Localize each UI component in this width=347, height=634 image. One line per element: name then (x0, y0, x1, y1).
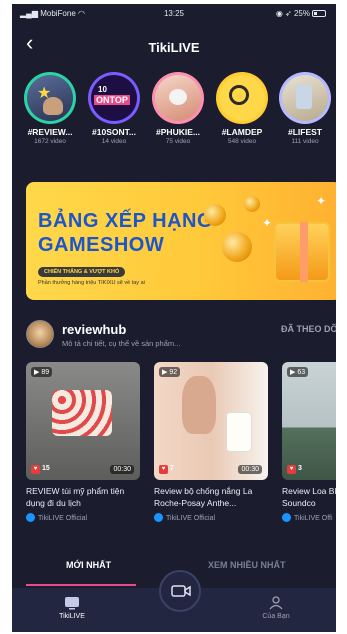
sunscreen-image (226, 412, 252, 452)
coin-icon (244, 196, 260, 212)
topic-thumbnail (282, 75, 328, 121)
video-duration: 00:30 (238, 465, 262, 474)
heart-icon: ♥ (159, 465, 168, 474)
camera-icon (171, 585, 191, 597)
battery-status: ◉ ➶ 25% (276, 9, 326, 18)
topic-count: 1672 video (34, 138, 66, 145)
video-card[interactable]: ▶ 63 ♥3 Review Loa Blu Anker Soundco Tik… (282, 362, 336, 522)
nav-home[interactable]: TikiLIVE (42, 596, 102, 620)
heart-icon: ♥ (31, 465, 40, 474)
view-count: ▶ 63 (287, 367, 309, 377)
nav-user[interactable]: Của Bạn (246, 596, 306, 620)
banner-pill: CHIẾN THẮNG & VƯỢT KHÓ (38, 267, 126, 277)
topic-ring: ★ (24, 72, 76, 124)
page-title: TikiLIVE (148, 40, 200, 55)
app-screen: ▂▄▆ MobiFone ◠ 13:25 ◉ ➶ 25% ‹ TikiLIVE … (12, 4, 336, 632)
nav-home-label: TikiLIVE (59, 613, 85, 620)
video-author: TikiLIVE Official (26, 513, 140, 522)
topic-tag: #LIFEST (287, 127, 322, 137)
channel-avatar[interactable] (26, 320, 54, 348)
coin-icon (204, 204, 226, 226)
banner-title-line2: GAMESHOW (38, 234, 165, 256)
video-thumbnail[interactable]: ▶ 92 ♥ 7 00:30 (154, 362, 268, 480)
video-author: TikiLIVE Offi (282, 513, 336, 522)
topic-ring (152, 72, 204, 124)
nav-user-label: Của Bạn (262, 613, 290, 620)
topic-count: 75 video (165, 138, 191, 145)
magnifier-icon (229, 85, 249, 105)
topic-item[interactable]: #LIFEST 111 video (274, 72, 336, 145)
topic-tag: #LAMDEP (221, 127, 263, 137)
banner-subtitle: Phần thưởng hàng triệu TIKIXU sẽ về tay … (38, 280, 145, 286)
tiki-logo-icon (282, 513, 291, 522)
channel-description: Mô tả chi tiết, cụ thể về sản phẩm... (62, 339, 181, 348)
topic-count: 14 video (101, 138, 127, 145)
view-count: ▶ 92 (159, 367, 181, 377)
topic-ring: 10 ONTOP (88, 72, 140, 124)
topic-item[interactable]: #PHUKIE... 75 video (146, 72, 210, 145)
topic-tag: #10SONT... (92, 127, 136, 137)
channel-name[interactable]: reviewhub (62, 322, 126, 337)
topic-ring (279, 72, 331, 124)
topic-thumbnail: 10 ONTOP (91, 75, 137, 121)
video-card[interactable]: ▶ 92 ♥ 7 00:30 Review bộ chống nắng La Ro… (154, 362, 268, 522)
coin-icon (222, 232, 252, 262)
star-icon: ★ (37, 85, 52, 102)
topic-list: ★ #REVIEW... 1672 video 10 ONTOP #10SONT… (12, 72, 336, 152)
gift-icon (274, 222, 330, 282)
heart-icon: ♥ (287, 465, 296, 474)
battery-icon (312, 10, 326, 17)
tiki-logo-icon (154, 513, 163, 522)
gameshow-banner[interactable]: BẢNG XẾP HẠNG GAMESHOW CHIẾN THẮNG & VƯỢ… (26, 182, 336, 300)
topic-badge-label: ONTOP (94, 95, 130, 105)
tab-indicator (26, 584, 136, 586)
channel-header: reviewhub Mô tả chi tiết, cụ thể về sản … (26, 320, 336, 352)
topic-count: 548 video (227, 138, 257, 145)
user-icon (268, 596, 284, 610)
video-duration: 00:30 (110, 465, 134, 474)
tab-newest[interactable]: MỚI NHẤT (66, 560, 111, 570)
like-count: ♥ 7 (159, 465, 174, 474)
topic-thumbnail: ★ (27, 75, 73, 121)
topic-tag: #PHUKIE... (156, 127, 200, 137)
video-title: Review bộ chống nắng La Roche-Posay Anth… (154, 486, 253, 508)
video-title: REVIEW túi mỹ phẩm tiện dụng đi du lịch (26, 486, 125, 508)
tiki-logo-icon (26, 513, 35, 522)
video-list: ▶ 89 ♥ 15 00:30 REVIEW túi mỹ phẩm tiện d… (26, 362, 336, 532)
go-live-button[interactable] (159, 570, 201, 612)
topic-item[interactable]: ★ #REVIEW... 1672 video (18, 72, 82, 145)
person-icon (43, 97, 63, 115)
topic-badge-number: 10 (98, 85, 107, 94)
video-card[interactable]: ▶ 89 ♥ 15 00:30 REVIEW túi mỹ phẩm tiện d… (26, 362, 140, 522)
banner-title-line1: BẢNG XẾP HẠNG (38, 210, 214, 232)
status-bar: ▂▄▆ MobiFone ◠ 13:25 ◉ ➶ 25% (12, 4, 336, 22)
tab-most-viewed[interactable]: XEM NHIỀU NHẤT (208, 560, 286, 570)
video-author: TikiLIVE Official (154, 513, 268, 522)
view-count: ▶ 89 (31, 367, 53, 377)
sparkle-icon: ✦ (262, 216, 273, 230)
topic-thumbnail (155, 75, 201, 121)
topic-item[interactable]: 10 ONTOP #10SONT... 14 video (82, 72, 146, 145)
video-thumbnail[interactable]: ▶ 89 ♥ 15 00:30 (26, 362, 140, 480)
topic-count: 111 video (291, 138, 319, 145)
topic-item[interactable]: #LAMDEP 548 video (210, 72, 274, 145)
follow-button[interactable]: ĐÃ THEO DÕI (281, 324, 336, 334)
header: ‹ TikiLIVE (12, 26, 336, 60)
cosmetic-bag-image (52, 390, 112, 436)
topic-thumbnail (219, 75, 265, 121)
sparkle-icon: ✦ (316, 194, 327, 208)
like-count: ♥ 15 (31, 465, 50, 474)
video-title: Review Loa Blu Anker Soundco (282, 486, 336, 508)
topic-tag: #REVIEW... (27, 127, 73, 137)
topic-ring (216, 72, 268, 124)
like-count: ♥ 3 (287, 465, 302, 474)
video-thumbnail[interactable]: ▶ 63 ♥ 3 (282, 362, 336, 480)
earbuds-icon (169, 89, 187, 105)
bottle-icon (296, 85, 312, 109)
tv-icon (64, 596, 80, 610)
person-image (182, 376, 216, 434)
